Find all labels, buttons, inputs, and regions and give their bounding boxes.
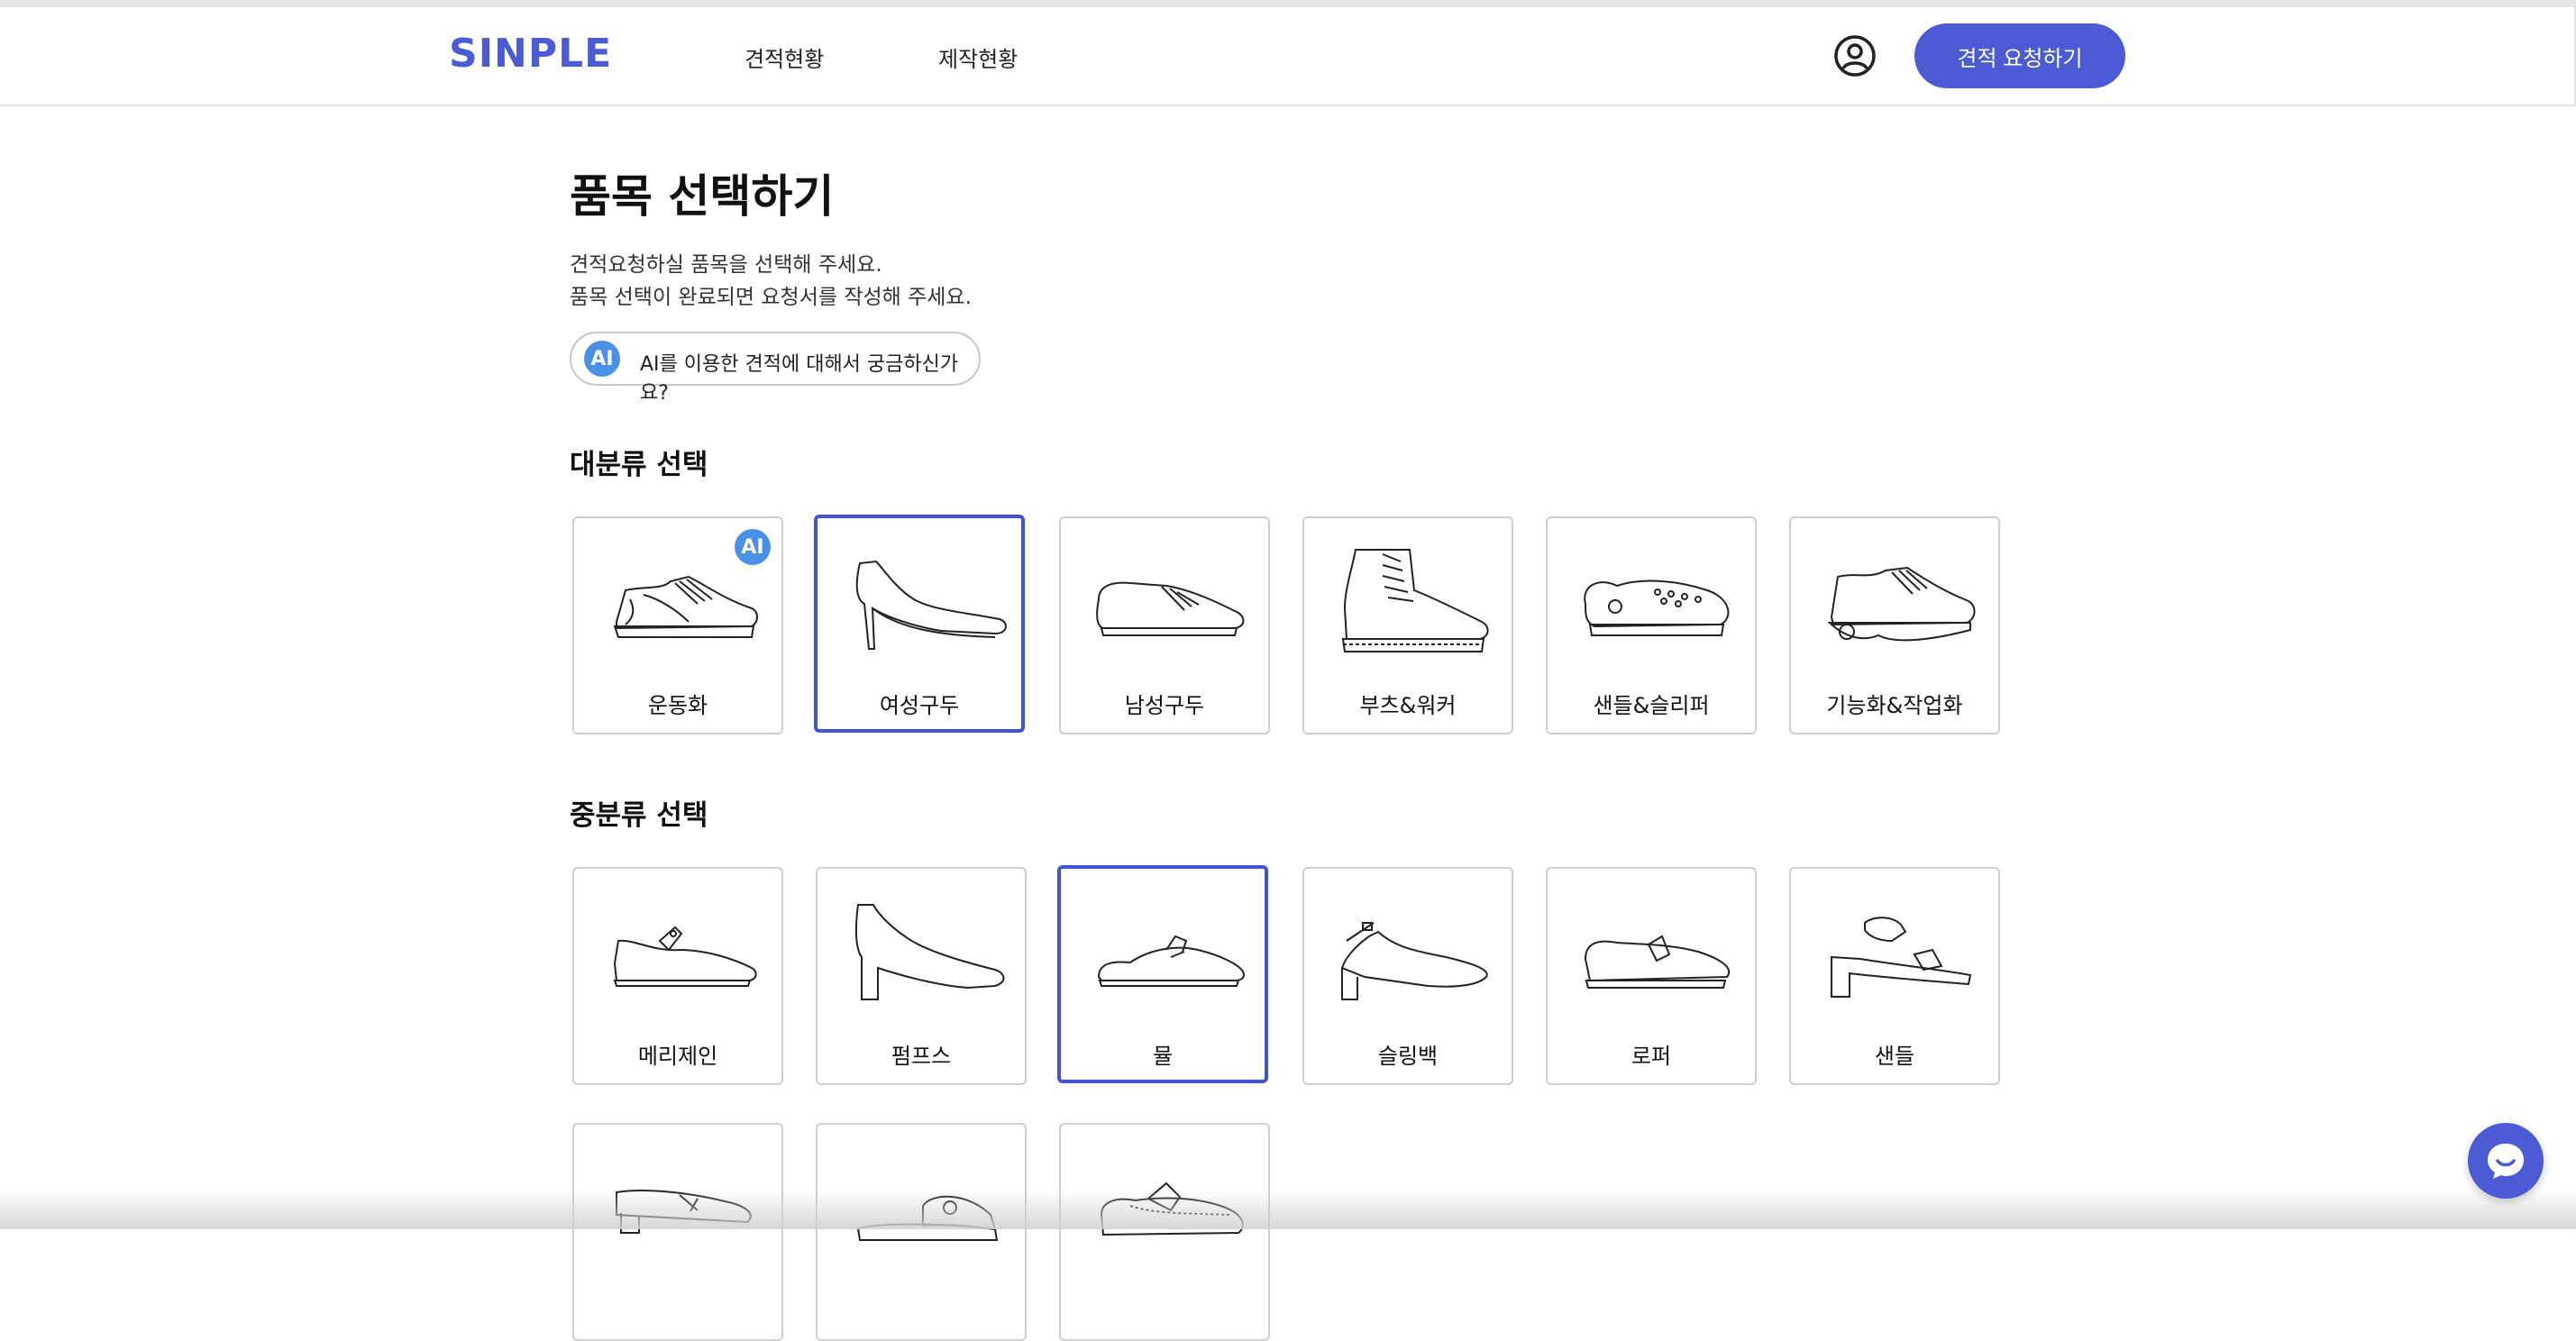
- mule-icon: [1097, 935, 1245, 987]
- category-label: 부츠&워커: [1359, 693, 1457, 718]
- category-label: 기능화&작업화: [1826, 693, 1963, 718]
- bottom-shadow: [0, 1190, 2576, 1229]
- high-heel-icon: [855, 560, 1007, 650]
- category-card-functional-work[interactable]: 기능화&작업화: [1789, 516, 2000, 734]
- category-card-sneakers[interactable]: AI 운동화: [572, 516, 783, 734]
- description-line-1: 견적요청하실 품목을 선택해 주세요.: [570, 253, 882, 277]
- subcategory-card-thong[interactable]: [572, 1123, 783, 1341]
- sandal-icon: [1831, 917, 1972, 998]
- page-title: 품목 선택하기: [570, 170, 835, 223]
- ai-badge-icon: AI: [735, 529, 771, 565]
- subcategory-card-slide[interactable]: [816, 1123, 1027, 1341]
- subcategory-label: 샌들: [1874, 1044, 1915, 1069]
- subcategory-label: 펌프스: [891, 1044, 952, 1069]
- subcategory-card-mary-jane[interactable]: 메리제인: [572, 867, 783, 1085]
- category-card-womens-shoes[interactable]: 여성구두: [814, 515, 1025, 733]
- user-circle-icon[interactable]: [1833, 34, 1877, 78]
- site-header: SINPLE 견적현황 제작현황 견적 요청하기: [0, 7, 2576, 106]
- category-card-mens-shoes[interactable]: 남성구두: [1059, 516, 1270, 734]
- pumps-icon: [854, 904, 1005, 1000]
- subcategory-card-loafer[interactable]: 로퍼: [1546, 867, 1757, 1085]
- major-category-title: 대분류 선택: [570, 449, 708, 481]
- subcategory-card-sandal[interactable]: 샌들: [1789, 867, 2000, 1085]
- subcategory-label: 로퍼: [1631, 1044, 1672, 1069]
- category-label: 샌들&슬리퍼: [1593, 693, 1710, 718]
- subcategory-card-moccasin[interactable]: [1059, 1123, 1270, 1341]
- category-label: 남성구두: [1124, 693, 1205, 718]
- category-card-sandals-slippers[interactable]: 샌들&슬리퍼: [1546, 516, 1757, 734]
- nav-production-status[interactable]: 제작현황: [938, 41, 1018, 73]
- request-estimate-button[interactable]: 견적 요청하기: [1914, 23, 2125, 88]
- ai-info-text: AI를 이용한 견적에 대해서 궁금하신가요?: [640, 353, 959, 405]
- ai-badge-icon: AI: [584, 341, 620, 377]
- category-label: 여성구두: [879, 693, 960, 718]
- mary-jane-icon: [613, 926, 757, 987]
- description-line-2: 품목 선택이 완료되면 요청서를 작성해 주세요.: [570, 286, 972, 309]
- ai-info-link[interactable]: AI AI를 이용한 견적에 대해서 궁금하신가요?: [570, 332, 981, 405]
- loafer-icon: [1584, 935, 1730, 989]
- clog-icon: [1584, 579, 1730, 636]
- boot-icon: [1341, 549, 1489, 652]
- logo[interactable]: SINPLE: [449, 31, 612, 77]
- running-shoe-icon: [1827, 566, 1976, 642]
- nav-estimate-status[interactable]: 견적현황: [744, 41, 824, 73]
- subcategory-label: 슬링백: [1377, 1044, 1439, 1069]
- chat-bubble-icon: [2488, 1144, 2524, 1179]
- sub-category-title: 중분류 선택: [570, 799, 708, 832]
- category-card-boots[interactable]: 부츠&워커: [1302, 516, 1513, 734]
- subcategory-card-pumps[interactable]: 펌프스: [816, 867, 1027, 1085]
- subcategory-card-slingback[interactable]: 슬링백: [1302, 867, 1513, 1085]
- category-label: 운동화: [647, 693, 708, 718]
- subcategory-card-mule[interactable]: 뮬: [1057, 865, 1268, 1083]
- chat-button[interactable]: [2468, 1123, 2544, 1199]
- subcategory-label: 뮬: [1152, 1044, 1174, 1069]
- subcategory-label: 메리제인: [637, 1044, 718, 1069]
- slingback-icon: [1340, 922, 1488, 1000]
- oxford-shoe-icon: [1096, 581, 1245, 636]
